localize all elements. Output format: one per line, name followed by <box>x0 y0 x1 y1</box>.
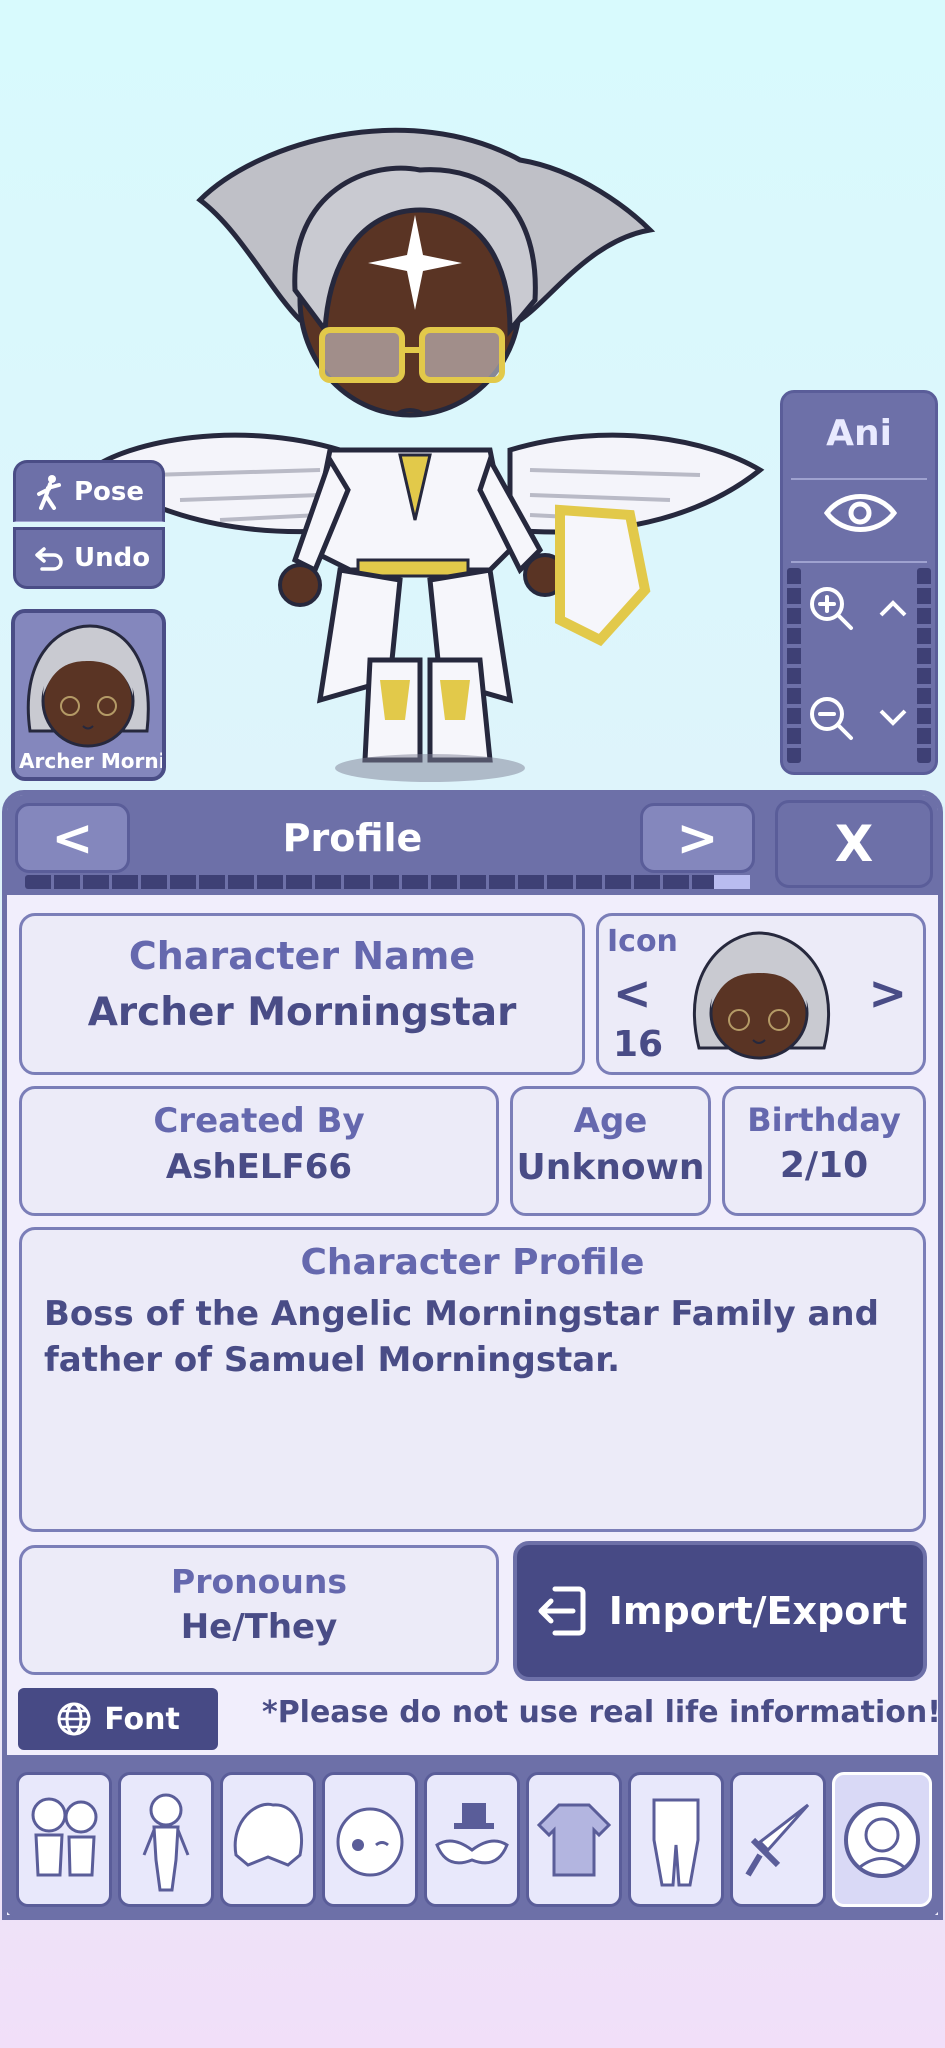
icon-number: 16 <box>613 1024 664 1065</box>
icon-next-button[interactable]: > <box>868 966 907 1020</box>
clothes-tab[interactable] <box>526 1772 622 1907</box>
character-profile-field[interactable]: Character Profile Boss of the Angelic Mo… <box>19 1227 926 1532</box>
page-title: Profile <box>282 815 423 860</box>
profile-avatar-icon <box>844 1801 920 1878</box>
divider <box>791 561 927 563</box>
character-icon-image <box>692 931 831 1060</box>
zoom-in-button[interactable] <box>801 578 861 638</box>
created-by-label: Created By <box>153 1101 365 1141</box>
import-export-icon <box>538 1586 586 1636</box>
characters-icon <box>31 1797 98 1876</box>
pants-tab[interactable] <box>628 1772 724 1907</box>
character-profile-label: Character Profile <box>300 1242 645 1283</box>
font-button[interactable]: Font <box>18 1688 218 1750</box>
profile-tab[interactable] <box>832 1772 932 1907</box>
zoom-out-button[interactable] <box>801 688 861 748</box>
character-name-field[interactable]: Character Name Archer Morningstar <box>19 913 585 1075</box>
character-name-value: Archer Morningstar <box>87 990 517 1035</box>
warning-text: *Please do not use real life information… <box>262 1695 941 1730</box>
divider <box>791 478 927 480</box>
portrait-name: Archer Mornir <box>19 749 162 773</box>
pronouns-value: He/They <box>180 1607 338 1647</box>
import-export-label: Import/Export <box>608 1589 908 1633</box>
shirt-icon <box>536 1803 612 1876</box>
eye-icon[interactable] <box>823 488 898 538</box>
hair-icon <box>233 1802 303 1867</box>
pronouns-field[interactable]: Pronouns He/They <box>19 1545 499 1675</box>
accessories-tab[interactable] <box>424 1772 520 1907</box>
panel-header: < Profile > X <box>7 795 938 895</box>
props-tab[interactable] <box>730 1772 826 1907</box>
move-down-button[interactable] <box>863 688 923 748</box>
age-label: Age <box>573 1101 648 1141</box>
character-avatar[interactable] <box>90 120 770 790</box>
pronouns-label: Pronouns <box>171 1562 347 1601</box>
close-button[interactable]: X <box>775 800 933 888</box>
hair-tab[interactable] <box>220 1772 316 1907</box>
chevron-up-icon <box>879 600 907 617</box>
portrait-face-icon <box>26 624 150 748</box>
pants-icon <box>652 1798 700 1886</box>
created-by-value: AshELF66 <box>165 1147 353 1187</box>
pose-icon <box>37 475 61 510</box>
pose-button[interactable]: Pose <box>13 460 165 522</box>
character-portrait[interactable]: Archer Mornir <box>11 609 166 781</box>
ani-button[interactable]: Ani <box>783 413 935 454</box>
icon-prev-button[interactable]: < <box>613 966 652 1020</box>
birthday-field[interactable]: Birthday 2/10 <box>722 1086 926 1216</box>
face-tab[interactable] <box>322 1772 418 1907</box>
body-icon <box>142 1793 190 1891</box>
icon-selector: Icon < 16 > <box>596 913 926 1075</box>
prev-button[interactable]: < <box>15 803 130 873</box>
globe-icon <box>57 1702 91 1736</box>
age-value: Unknown <box>516 1147 705 1188</box>
birthday-value: 2/10 <box>779 1145 869 1186</box>
chevron-down-icon <box>879 709 907 726</box>
character-name-label: Character Name <box>128 934 476 978</box>
zoom-in-icon <box>810 587 853 630</box>
font-label: Font <box>104 1701 180 1737</box>
import-export-button[interactable]: Import/Export <box>513 1541 927 1681</box>
category-tab-bar <box>2 1755 943 1920</box>
face-icon <box>336 1807 404 1876</box>
body-tab[interactable] <box>118 1772 214 1907</box>
move-up-button[interactable] <box>863 578 923 638</box>
next-button[interactable]: > <box>640 803 755 873</box>
progress-fill <box>714 875 750 889</box>
pose-label: Pose <box>74 477 145 507</box>
undo-button[interactable]: Undo <box>13 527 165 589</box>
zoom-scrollbar[interactable] <box>787 568 801 763</box>
age-field[interactable]: Age Unknown <box>510 1086 711 1216</box>
undo-label: Undo <box>74 543 151 573</box>
progress-bar <box>25 875 750 889</box>
camera-panel: Ani <box>780 390 938 775</box>
characters-tab[interactable] <box>16 1772 112 1907</box>
character-profile-text: Boss of the Angelic Morningstar Family a… <box>44 1294 879 1380</box>
sword-icon <box>745 1803 810 1877</box>
created-by-field[interactable]: Created By AshELF66 <box>19 1086 499 1216</box>
birthday-label: Birthday <box>747 1101 901 1139</box>
undo-icon <box>35 547 63 571</box>
hat-mask-icon <box>435 1802 509 1864</box>
zoom-out-icon <box>810 697 853 740</box>
